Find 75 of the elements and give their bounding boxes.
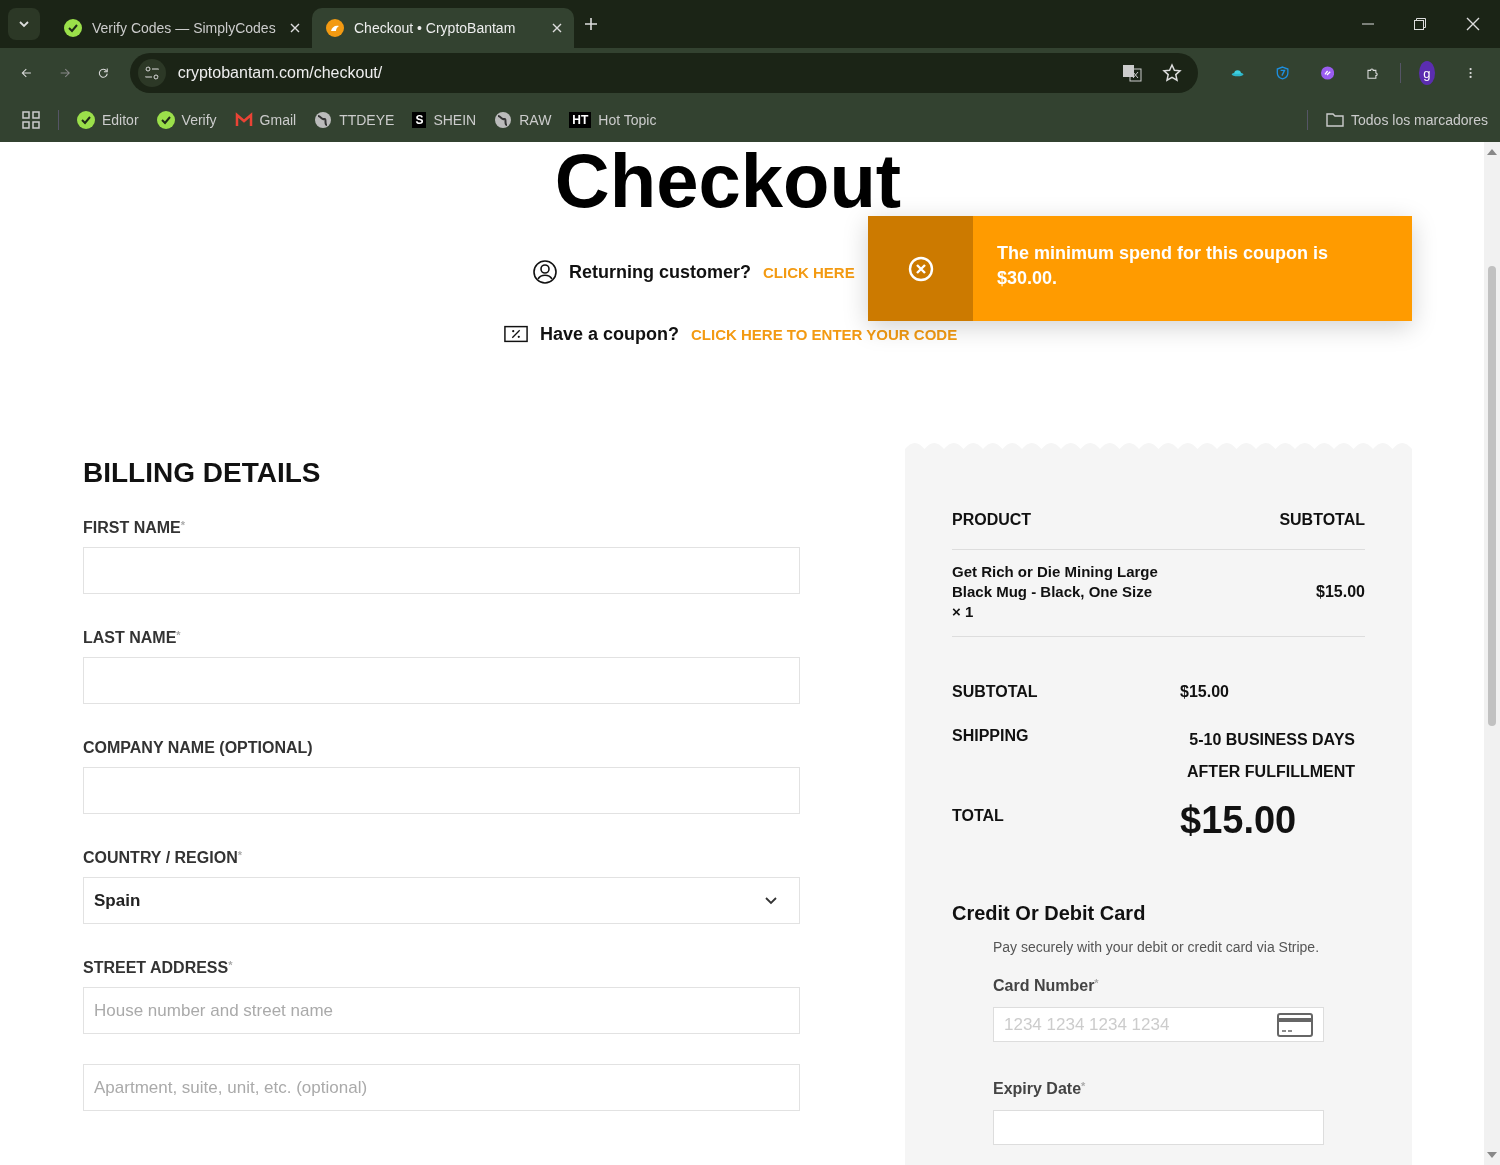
close-icon[interactable] (1466, 17, 1480, 31)
product-price: $15.00 (1316, 583, 1365, 601)
mail-icon (234, 111, 253, 129)
bookmark[interactable]: S SHEIN (412, 112, 477, 128)
star-icon[interactable] (1161, 63, 1182, 83)
translate-icon[interactable] (1121, 63, 1142, 83)
shipping-method: AFTER FULFILLMENT (1187, 763, 1355, 781)
globe-icon (494, 111, 513, 129)
input-field[interactable] (83, 547, 800, 594)
notice-text: Have a coupon? (540, 323, 680, 345)
scroll-down-icon[interactable] (1487, 1151, 1497, 1159)
toast-message: The minimum spend for this coupon is $30.00. (996, 242, 1329, 290)
bookmark-folder[interactable]: Todos los marcadores (1326, 111, 1488, 129)
total-label: TOTAL (952, 807, 1005, 826)
user-icon (533, 260, 557, 284)
browser-tab[interactable]: Verify Codes — SimplyCodes (50, 8, 312, 48)
bird-icon (326, 19, 344, 37)
expiry-field[interactable] (993, 1110, 1324, 1145)
new-tab-icon[interactable] (584, 17, 598, 31)
subtotal-value: $15.00 (1180, 683, 1230, 701)
check-icon (77, 111, 95, 129)
payment-heading: Credit Or Debit Card (952, 902, 1147, 925)
field-label: LAST NAME$^{*}$ (83, 629, 182, 647)
bookmark[interactable]: Verify (156, 111, 217, 129)
bookmark[interactable]: Editor (77, 111, 139, 129)
chevron-icon (765, 896, 777, 905)
page-title: Checkout (554, 142, 902, 220)
browser-tab[interactable]: Checkout • CryptoBantam (312, 8, 574, 48)
subtotal-label: SUBTOTAL (952, 683, 1039, 701)
credit-card-icon (1277, 1012, 1313, 1037)
globe-icon (314, 111, 333, 129)
close-icon[interactable] (552, 23, 562, 33)
field-label: Expiry Date$^{*}$ (993, 1080, 1087, 1098)
address-bar[interactable]: cryptobantam.com/checkout/ (129, 53, 1198, 93)
field-label: COMPANY NAME (OPTIONAL) (83, 739, 314, 757)
site-settings-icon[interactable] (137, 59, 166, 87)
field-label: COUNTRY / REGION$^{*}$ (83, 849, 243, 867)
scroll-thumb[interactable] (1488, 266, 1496, 726)
logo-icon: S (412, 112, 427, 128)
check-icon (156, 111, 175, 129)
field-label: Card Number$^{*}$ (993, 977, 1100, 995)
column-header: SUBTOTAL (1279, 511, 1365, 529)
folder-icon (1326, 111, 1345, 129)
profile-avatar[interactable]: g (1419, 61, 1435, 85)
bookmark[interactable]: RAW (494, 111, 552, 129)
input-field[interactable] (83, 767, 800, 814)
field-label: FIRST NAME$^{*}$ (83, 519, 187, 537)
notice-text: Returning customer? (569, 261, 751, 283)
input-field[interactable] (83, 657, 800, 704)
error-icon[interactable] (907, 255, 934, 282)
check-icon (64, 19, 82, 37)
product-name: Get Rich or Die Mining Large Black Mug - Black, One Size (952, 562, 1159, 602)
scrollbar[interactable] (1484, 142, 1500, 1165)
bookmark[interactable]: TTDEYE (314, 111, 395, 129)
logo-icon: HT (569, 112, 592, 128)
field-label: STREET ADDRESS$^{*}$ (83, 959, 234, 977)
country-select[interactable]: Spain (83, 877, 800, 924)
product-quantity: × 1 (952, 602, 975, 622)
input-field[interactable]: House number and street name (83, 987, 800, 1034)
restore-icon[interactable] (1414, 18, 1426, 30)
shipping-method: 5-10 BUSINESS DAYS (1189, 731, 1355, 749)
column-header: PRODUCT (952, 511, 1032, 529)
input-field[interactable]: Apartment, suite, unit, etc. (optional) (83, 1064, 800, 1111)
payment-note: Pay securely with your debit or credit card via Stripe. (993, 939, 1321, 955)
close-icon[interactable] (290, 23, 300, 33)
url-text: cryptobantam.com/checkout/ (177, 64, 384, 82)
bookmark[interactable]: Gmail (234, 111, 297, 129)
bookmark[interactable]: HT Hot Topic (569, 112, 657, 128)
total-value: $15.00 (1180, 799, 1298, 842)
shipping-label: SHIPPING (952, 727, 1030, 746)
apps-icon[interactable] (22, 111, 40, 129)
chevron-icon (18, 18, 30, 30)
tab-list-button[interactable] (8, 8, 40, 40)
section-heading: BILLING DETAILS (83, 457, 322, 489)
scroll-up-icon[interactable] (1487, 148, 1497, 156)
